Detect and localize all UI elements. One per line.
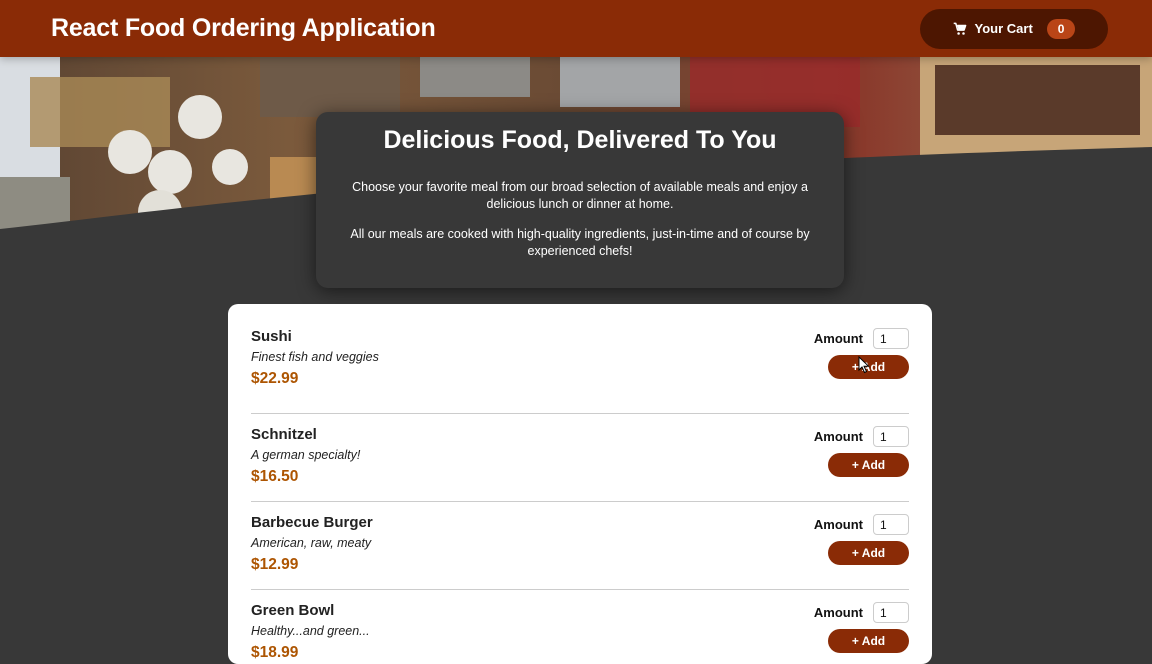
amount-row: Amount bbox=[814, 602, 909, 623]
meal-info: Barbecue Burger American, raw, meaty $12… bbox=[251, 514, 373, 589]
add-button[interactable]: + Add bbox=[828, 453, 909, 477]
meal-name: Barbecue Burger bbox=[251, 514, 373, 531]
meal-description: Finest fish and veggies bbox=[251, 350, 379, 364]
summary-paragraph-2: All our meals are cooked with high-quali… bbox=[350, 227, 810, 258]
summary-title: Delicious Food, Delivered To You bbox=[383, 126, 777, 154]
amount-row: Amount bbox=[814, 328, 909, 349]
meal-price: $22.99 bbox=[251, 370, 299, 387]
amount-label: Amount bbox=[813, 331, 863, 346]
meal-price: $12.99 bbox=[251, 556, 299, 573]
meal-name: Schnitzel bbox=[251, 426, 317, 443]
app-header: React Food Ordering Application Your Car… bbox=[0, 0, 1152, 57]
meal-info: Sushi Finest fish and veggies $22.99 bbox=[251, 328, 379, 413]
add-button[interactable]: + Add bbox=[828, 541, 909, 565]
amount-input[interactable] bbox=[873, 514, 909, 535]
meal-item: Green Bowl Healthy...and green... $18.99… bbox=[251, 590, 909, 664]
cart-icon bbox=[953, 22, 966, 35]
meal-description: Healthy...and green... bbox=[251, 624, 370, 638]
cart-label: Your Cart bbox=[974, 21, 1033, 36]
meal-add-form: Amount + Add bbox=[814, 514, 909, 589]
amount-label: Amount bbox=[813, 605, 863, 620]
amount-row: Amount bbox=[814, 514, 909, 535]
amount-input[interactable] bbox=[873, 328, 909, 349]
app-title: React Food Ordering Application bbox=[51, 14, 436, 42]
meal-name: Sushi bbox=[251, 328, 292, 345]
amount-label: Amount bbox=[813, 429, 863, 444]
summary-card: Delicious Food, Delivered To You Choose … bbox=[316, 112, 844, 288]
summary-paragraph-1: Choose your favorite meal from our broad… bbox=[352, 180, 808, 211]
meal-description: A german specialty! bbox=[251, 448, 361, 462]
meal-description: American, raw, meaty bbox=[251, 536, 372, 550]
cart-button[interactable]: Your Cart 0 bbox=[920, 8, 1108, 49]
amount-input[interactable] bbox=[873, 602, 909, 623]
meal-name: Green Bowl bbox=[251, 602, 335, 619]
meal-price: $18.99 bbox=[251, 644, 299, 661]
meal-add-form: Amount + Add bbox=[814, 426, 909, 501]
mouse-pointer-icon bbox=[858, 356, 870, 374]
meal-price: $16.50 bbox=[251, 468, 299, 485]
meal-info: Schnitzel A german specialty! $16.50 bbox=[251, 426, 360, 501]
cart-count-badge: 0 bbox=[1046, 18, 1076, 39]
meals-list: Sushi Finest fish and veggies $22.99 Amo… bbox=[228, 304, 932, 664]
meal-item: Schnitzel A german specialty! $16.50 Amo… bbox=[251, 414, 909, 502]
meal-item: Sushi Finest fish and veggies $22.99 Amo… bbox=[251, 326, 909, 414]
amount-input[interactable] bbox=[873, 426, 909, 447]
meal-info: Green Bowl Healthy...and green... $18.99 bbox=[251, 602, 370, 664]
add-button[interactable]: + Add bbox=[828, 629, 909, 653]
meal-item: Barbecue Burger American, raw, meaty $12… bbox=[251, 502, 909, 590]
meal-add-form: Amount + Add bbox=[814, 602, 909, 664]
amount-row: Amount bbox=[814, 426, 909, 447]
amount-label: Amount bbox=[813, 517, 863, 532]
